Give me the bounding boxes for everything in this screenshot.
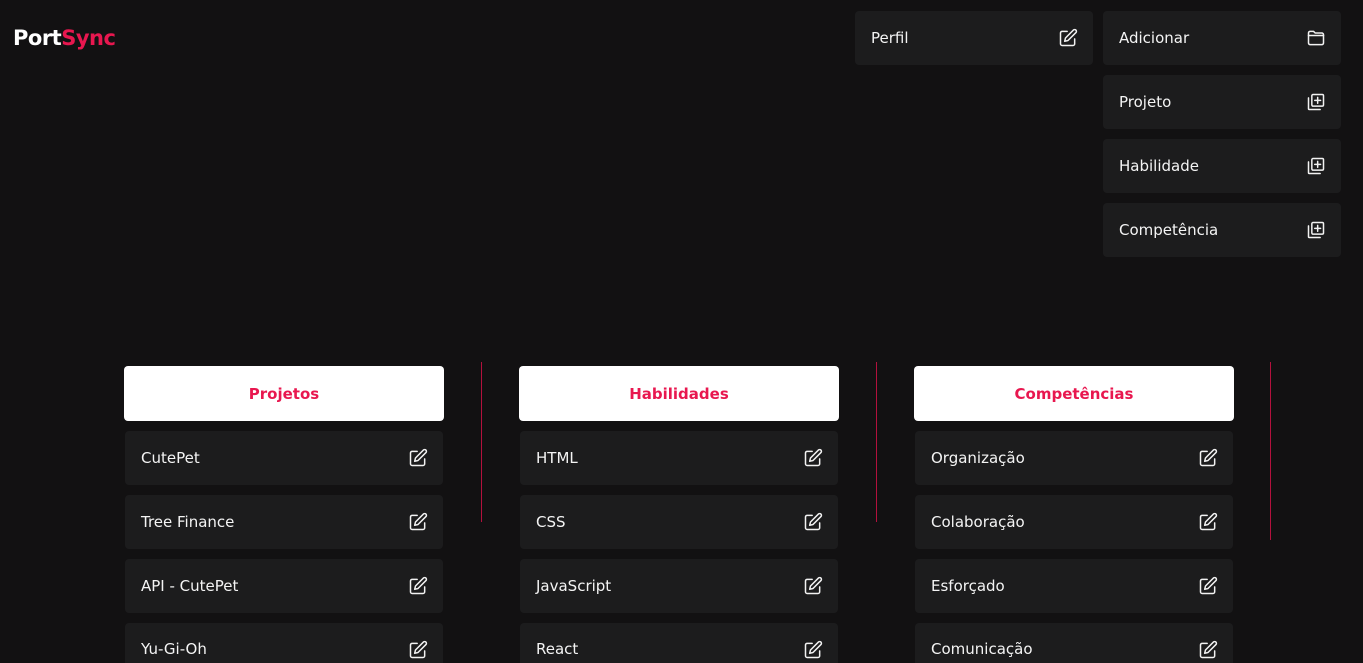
project-item[interactable]: Tree Finance xyxy=(125,495,443,549)
edit-icon[interactable] xyxy=(803,512,823,532)
edit-icon xyxy=(1058,28,1078,48)
add-menu-label: Adicionar xyxy=(1119,29,1190,47)
add-menu-button[interactable]: Adicionar xyxy=(1103,11,1341,65)
edit-icon[interactable] xyxy=(803,448,823,468)
edit-icon[interactable] xyxy=(408,576,428,596)
competence-item-label: Colaboração xyxy=(931,513,1025,531)
skills-title: Habilidades xyxy=(629,384,729,403)
add-project-button[interactable]: Projeto xyxy=(1103,75,1341,129)
skill-item-label: JavaScript xyxy=(536,577,612,595)
projects-column-header: Projetos xyxy=(124,366,444,421)
add-competence-label: Competência xyxy=(1119,221,1219,239)
add-skill-button[interactable]: Habilidade xyxy=(1103,139,1341,193)
competences-column-header: Competências xyxy=(914,366,1234,421)
add-box-icon xyxy=(1306,220,1326,240)
add-box-icon xyxy=(1306,92,1326,112)
edit-icon[interactable] xyxy=(408,448,428,468)
competences-title: Competências xyxy=(1014,384,1134,403)
edit-icon[interactable] xyxy=(408,640,428,660)
competence-item[interactable]: Organização xyxy=(915,431,1233,485)
competence-item-label: Comunicação xyxy=(931,640,1033,658)
skills-column-header: Habilidades xyxy=(519,366,839,421)
skill-item[interactable]: JavaScript xyxy=(520,559,838,613)
competence-item[interactable]: Colaboração xyxy=(915,495,1233,549)
project-item-label: CutePet xyxy=(141,449,200,467)
edit-icon[interactable] xyxy=(408,512,428,532)
skill-item-label: CSS xyxy=(536,513,566,531)
competence-item[interactable]: Comunicação xyxy=(915,623,1233,663)
edit-icon[interactable] xyxy=(1198,512,1218,532)
skill-item-label: React xyxy=(536,640,579,658)
projects-title: Projetos xyxy=(248,384,320,403)
project-item[interactable]: Yu-Gi-Oh xyxy=(125,623,443,663)
edit-icon[interactable] xyxy=(803,640,823,660)
project-item-label: Tree Finance xyxy=(141,513,235,531)
app-logo[interactable]: PortSync xyxy=(13,25,116,51)
edit-icon[interactable] xyxy=(1198,576,1218,596)
column-divider xyxy=(1270,362,1271,540)
skill-item[interactable]: HTML xyxy=(520,431,838,485)
project-item-label: API - CutePet xyxy=(141,577,239,595)
edit-icon[interactable] xyxy=(1198,448,1218,468)
competence-item-label: Esforçado xyxy=(931,577,1005,595)
logo-part-port: Port xyxy=(13,26,62,50)
competence-item[interactable]: Esforçado xyxy=(915,559,1233,613)
folder-icon xyxy=(1306,28,1326,48)
skill-item-label: HTML xyxy=(536,449,578,467)
add-competence-button[interactable]: Competência xyxy=(1103,203,1341,257)
add-project-label: Projeto xyxy=(1119,93,1172,111)
project-item-label: Yu-Gi-Oh xyxy=(141,640,207,658)
competence-item-label: Organização xyxy=(931,449,1025,467)
edit-icon[interactable] xyxy=(1198,640,1218,660)
project-item[interactable]: API - CutePet xyxy=(125,559,443,613)
skill-item[interactable]: React xyxy=(520,623,838,663)
edit-icon[interactable] xyxy=(803,576,823,596)
profile-label: Perfil xyxy=(871,29,909,47)
add-skill-label: Habilidade xyxy=(1119,157,1199,175)
add-box-icon xyxy=(1306,156,1326,176)
column-divider xyxy=(876,362,877,522)
project-item[interactable]: CutePet xyxy=(125,431,443,485)
skill-item[interactable]: CSS xyxy=(520,495,838,549)
column-divider xyxy=(481,362,482,522)
logo-part-sync: Sync xyxy=(61,26,116,50)
profile-button[interactable]: Perfil xyxy=(855,11,1093,65)
